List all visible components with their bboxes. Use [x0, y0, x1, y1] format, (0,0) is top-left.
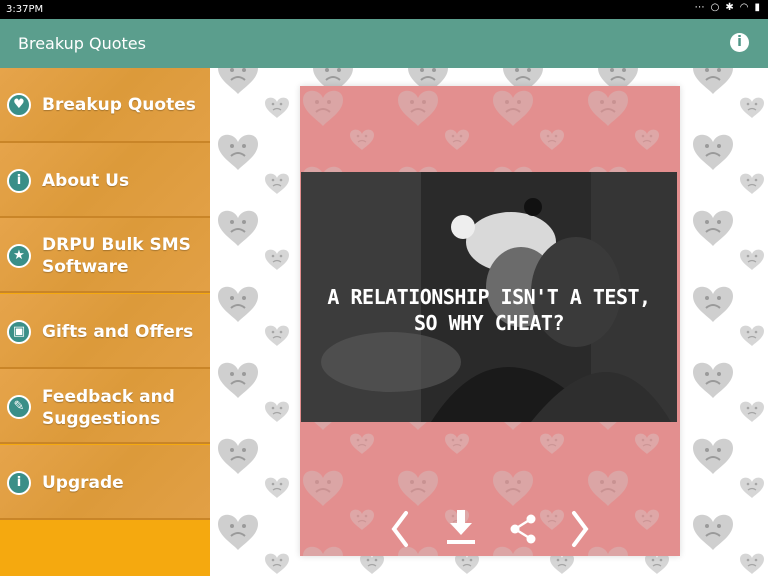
chevron-left-icon: [391, 511, 408, 547]
drawer-item-label-line-1: DRPU Bulk SMS: [42, 235, 191, 255]
share-button[interactable]: [503, 506, 543, 552]
drawer-item-about-us[interactable]: i About Us: [0, 143, 210, 218]
sad-heart-icon: [217, 133, 259, 171]
sad-heart-icon: [217, 285, 259, 323]
drawer-item-gifts-offers[interactable]: ▣ Gifts and Offers: [0, 294, 210, 369]
download-icon: [447, 510, 475, 544]
sad-heart-icon: [692, 209, 734, 247]
sad-heart-icon: [587, 469, 629, 507]
sad-heart-icon: [217, 68, 259, 95]
sad-heart-icon: [692, 437, 734, 475]
sad-heart-icon: [692, 285, 734, 323]
sad-heart-icon: [302, 469, 344, 507]
sad-heart-icon: [492, 89, 534, 127]
sad-heart-icon: [264, 552, 290, 575]
previous-button[interactable]: [380, 506, 420, 552]
drawer-item-label: Upgrade: [42, 473, 124, 493]
drawer-item-label-line-2: Software: [42, 257, 129, 277]
star-icon: ★: [7, 244, 31, 268]
sad-heart-icon: [539, 128, 565, 151]
sad-heart-icon: [739, 400, 765, 423]
info-button[interactable]: i: [730, 33, 749, 52]
sad-heart-icon: [739, 552, 765, 575]
drawer-item-drpu-bulk-sms[interactable]: ★ DRPU Bulk SMS Software: [0, 218, 210, 293]
quote-line-1: A RELATIONSHIP ISN'T A TEST,: [327, 285, 651, 309]
drawer-item-label: Breakup Quotes: [42, 95, 196, 115]
quote-image: A RELATIONSHIP ISN'T A TEST, SO WHY CHEA…: [301, 172, 677, 422]
sad-heart-icon: [264, 172, 290, 195]
sad-heart-icon: [264, 400, 290, 423]
sad-heart-icon: [359, 552, 385, 575]
screen: 3:37PM ⋯ ○ ✱ ◠ ▮ Breakup Quotes i A RELA…: [0, 0, 768, 576]
sad-heart-icon: [264, 324, 290, 347]
drawer-item-label: Feedback and Suggestions: [42, 386, 175, 430]
sad-heart-icon: [397, 469, 439, 507]
status-bar: 3:37PM ⋯ ○ ✱ ◠ ▮: [0, 0, 768, 19]
sad-heart-icon: [539, 432, 565, 455]
sad-heart-icon: [739, 476, 765, 499]
quote-line-2: SO WHY CHEAT?: [413, 311, 565, 335]
drawer-item-label-line-1: Feedback and: [42, 387, 175, 407]
share-icon: [510, 514, 536, 544]
sad-heart-icon: [302, 89, 344, 127]
sad-heart-icon: [349, 432, 375, 455]
gift-icon: ▣: [7, 320, 31, 344]
quote-text: A RELATIONSHIP ISN'T A TEST, SO WHY CHEA…: [301, 284, 677, 336]
sad-heart-icon: [692, 361, 734, 399]
sad-heart-icon: [692, 133, 734, 171]
sad-heart-icon: [444, 128, 470, 151]
sad-heart-icon: [217, 361, 259, 399]
drawer-item-label: About Us: [42, 171, 130, 191]
sad-heart-icon: [692, 68, 734, 95]
wifi-icon: ◠: [739, 2, 749, 13]
sad-heart-icon: [454, 552, 480, 575]
app-bar: Breakup Quotes i: [0, 19, 768, 68]
sad-heart-icon: [634, 432, 660, 455]
card-toolbar: [300, 506, 680, 552]
sync-icon: ○: [710, 2, 720, 13]
sad-heart-icon: [549, 552, 575, 575]
sad-heart-icon: [217, 437, 259, 475]
sad-heart-icon: [264, 476, 290, 499]
sad-heart-icon: [217, 513, 259, 551]
drawer-item-label: DRPU Bulk SMS Software: [42, 234, 191, 278]
sad-heart-icon: [587, 89, 629, 127]
drawer-item-feedback[interactable]: ✎ Feedback and Suggestions: [0, 369, 210, 444]
broken-heart-icon: ♥: [7, 93, 31, 117]
battery-icon: ▮: [754, 2, 760, 13]
app-title: Breakup Quotes: [18, 34, 146, 53]
info-icon: i: [7, 169, 31, 193]
next-button[interactable]: [560, 506, 600, 552]
more-icon: ⋯: [694, 2, 705, 13]
sad-heart-icon: [264, 248, 290, 271]
sad-heart-icon: [634, 128, 660, 151]
sad-heart-icon: [217, 209, 259, 247]
drawer-item-upgrade[interactable]: i Upgrade: [0, 445, 210, 520]
sad-heart-icon: [492, 469, 534, 507]
drawer-item-breakup-quotes[interactable]: ♥ Breakup Quotes: [0, 68, 210, 143]
sad-heart-icon: [644, 552, 670, 575]
status-icons: ⋯ ○ ✱ ◠ ▮: [695, 2, 760, 13]
sad-heart-icon: [444, 432, 470, 455]
drawer-item-label-line-2: Suggestions: [42, 409, 161, 429]
sad-heart-icon: [739, 248, 765, 271]
sad-heart-icon: [739, 96, 765, 119]
sad-heart-icon: [692, 513, 734, 551]
info-icon: i: [737, 34, 742, 50]
navigation-drawer: ♥ Breakup Quotes i About Us ★ DRPU Bulk …: [0, 68, 210, 576]
info-icon: i: [7, 471, 31, 495]
sad-heart-icon: [739, 172, 765, 195]
sad-heart-icon: [264, 96, 290, 119]
drawer-item-label: Gifts and Offers: [42, 322, 194, 342]
bluetooth-icon: ✱: [725, 2, 734, 13]
sad-heart-icon: [349, 128, 375, 151]
download-button[interactable]: [441, 506, 481, 552]
feedback-icon: ✎: [7, 395, 31, 419]
sad-heart-icon: [397, 89, 439, 127]
sad-heart-icon: [739, 324, 765, 347]
chevron-right-icon: [572, 511, 589, 547]
status-time: 3:37PM: [6, 4, 44, 15]
